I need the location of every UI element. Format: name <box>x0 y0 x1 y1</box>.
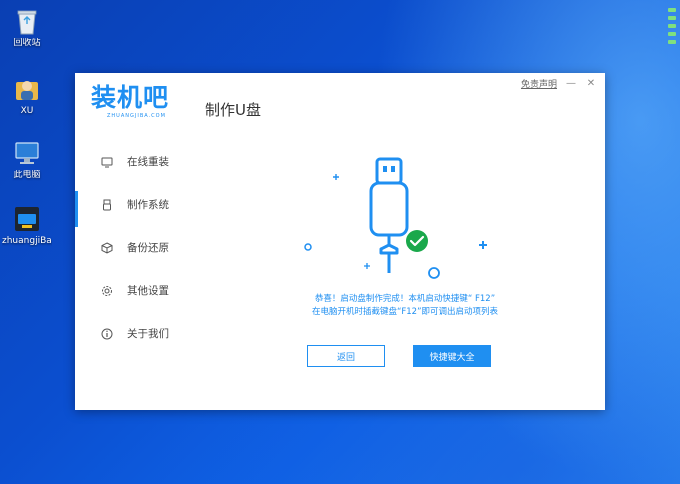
sidebar-item-online-reinstall[interactable]: 在线重装 <box>75 140 195 183</box>
cube-icon <box>101 241 113 254</box>
sidebar-item-label: 在线重装 <box>127 156 169 168</box>
desktop-icon-recycle-bin[interactable]: 回收站 <box>2 6 52 49</box>
sidebar-item-label: 备份还原 <box>127 242 169 254</box>
brand-name: 装机吧 <box>91 83 170 112</box>
hotkeys-button[interactable]: 快捷键大全 <box>413 345 491 367</box>
back-button[interactable]: 返回 <box>307 345 385 367</box>
window-controls: 免责声明 — ✕ <box>521 77 597 90</box>
desktop-icon-label: 回收站 <box>13 38 41 48</box>
sidebar-item-about-us[interactable]: 关于我们 <box>75 312 195 355</box>
usb-icon <box>101 199 113 211</box>
brand-logo: 装机吧 ZHUANGJIBA.COM <box>91 83 201 123</box>
message-line-1: 恭喜！启动盘制作完成！本机启动快捷键“ F12” <box>314 294 496 304</box>
recycle-bin-icon <box>13 6 41 36</box>
completion-message: 恭喜！启动盘制作完成！本机启动快捷键“ F12” 在电脑开机时插截键盘“F12”… <box>275 293 535 319</box>
user-folder-icon <box>13 74 41 104</box>
sidebar-item-label: 其他设置 <box>127 285 169 297</box>
gear-icon <box>101 285 113 297</box>
message-line-2: 在电脑开机时插截键盘“F12”即可调出启动项列表 <box>311 307 498 317</box>
usb-body <box>369 181 409 237</box>
desktop-icon-zhuangjiba[interactable]: zhuangjiBa... <box>2 204 52 247</box>
check-icon <box>406 230 428 252</box>
desktop-icon-user-folder[interactable]: XU <box>2 74 52 117</box>
sidebar: 在线重装 制作系统 备份还原 其他设置 关于我们 <box>75 140 195 355</box>
sidebar-item-label: 关于我们 <box>127 328 169 340</box>
minimize-button[interactable]: — <box>565 78 577 90</box>
sparkle-icon <box>364 263 370 269</box>
usb-connector <box>375 157 403 185</box>
desktop-icon-this-pc[interactable]: 此电脑 <box>2 138 52 181</box>
circle-decoration <box>428 267 440 279</box>
desktop-icon-label: zhuangjiBa... <box>2 236 52 246</box>
sparkle-icon <box>479 241 487 249</box>
page-title: 制作U盘 <box>205 101 261 119</box>
computer-icon <box>13 138 41 168</box>
sidebar-item-make-system[interactable]: 制作系统 <box>75 183 195 227</box>
disclaimer-link[interactable]: 免责声明 <box>521 77 557 90</box>
info-icon <box>101 328 113 340</box>
app-window: 装机吧 ZHUANGJIBA.COM 制作U盘 免责声明 — ✕ 在线重装 制作… <box>75 73 605 410</box>
close-button[interactable]: ✕ <box>585 78 597 90</box>
sidebar-item-backup-restore[interactable]: 备份还原 <box>75 226 195 269</box>
sparkle-icon <box>333 174 339 180</box>
circle-decoration <box>304 243 312 251</box>
usb-success-illustration <box>295 153 495 283</box>
sidebar-item-other-settings[interactable]: 其他设置 <box>75 269 195 312</box>
desktop-icon-label: 此电脑 <box>13 170 41 180</box>
monitor-icon <box>101 156 113 168</box>
sidebar-item-label: 制作系统 <box>127 199 169 211</box>
desktop-icon-label: XU <box>20 106 34 116</box>
battery-indicator <box>668 8 676 44</box>
brand-subtitle: ZHUANGJIBA.COM <box>107 113 166 119</box>
zhuangjiba-app-icon <box>13 204 41 234</box>
